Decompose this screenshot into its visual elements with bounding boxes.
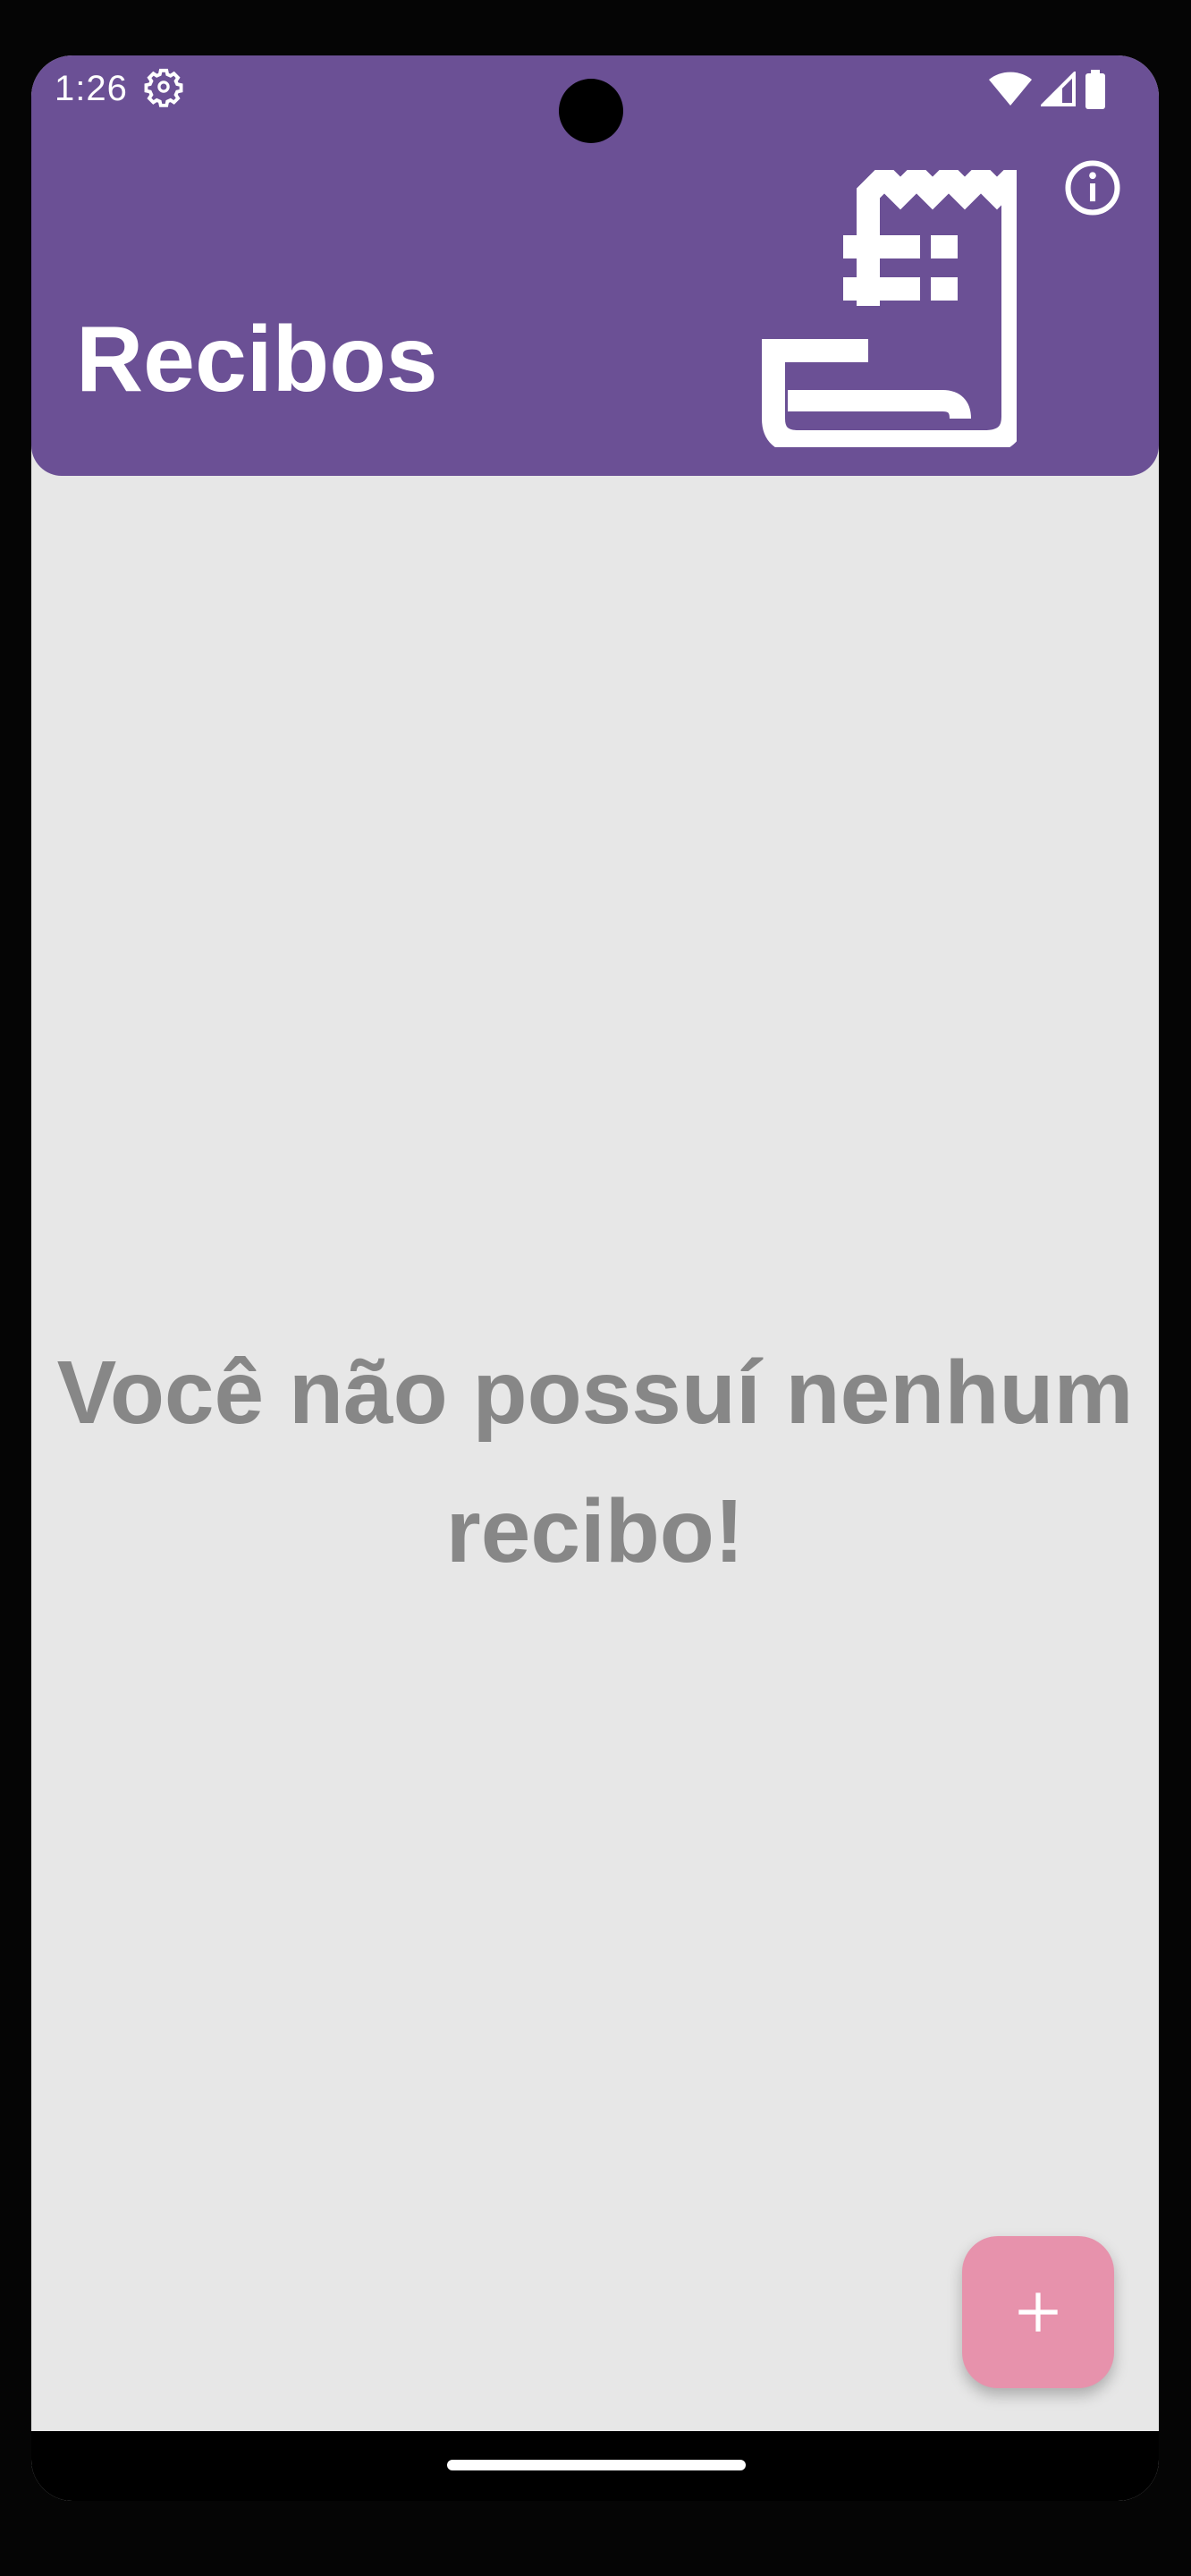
receipt-icon [762, 170, 1017, 447]
status-icons [989, 69, 1105, 110]
camera-cutout [559, 79, 623, 143]
info-icon[interactable] [1063, 158, 1122, 217]
settings-gear-icon [144, 68, 183, 107]
empty-state-message: Você não possuí nenhum recibo! [31, 1324, 1159, 1601]
app-bar: 1:26 Recibos [31, 55, 1159, 476]
app-title: Recibos [76, 307, 438, 411]
signal-icon [1041, 72, 1076, 106]
status-time: 1:26 [55, 69, 128, 108]
gesture-handle[interactable] [447, 2460, 746, 2470]
plus-icon [1018, 2292, 1058, 2332]
device-frame: 1:26 Recibos Você não possuí nenhum reci… [0, 0, 1191, 2576]
add-receipt-button[interactable] [962, 2236, 1114, 2388]
navigation-bar [31, 2431, 1159, 2501]
battery-icon [1085, 70, 1105, 109]
wifi-icon [989, 72, 1032, 106]
empty-state-line-2: recibo! [445, 1481, 745, 1581]
status-bar: 1:26 [31, 55, 1159, 143]
empty-state-line-1: Você não possuí nenhum [56, 1343, 1134, 1443]
screen: 1:26 Recibos Você não possuí nenhum reci… [31, 55, 1159, 2501]
